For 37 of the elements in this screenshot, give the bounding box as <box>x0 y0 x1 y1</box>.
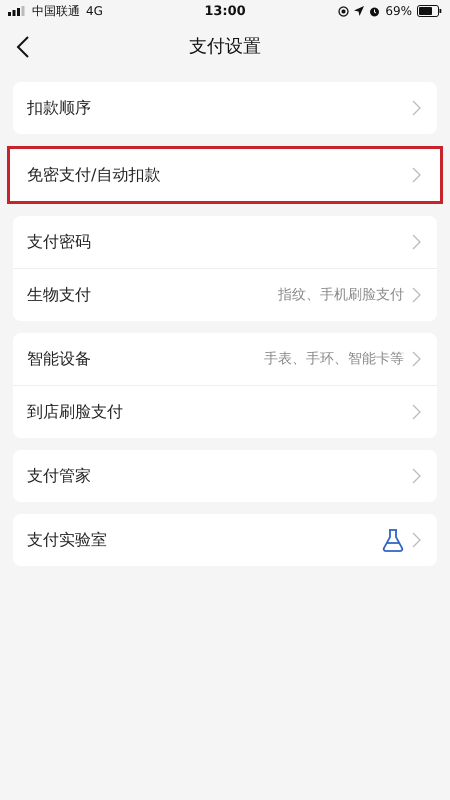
network-type: 4G <box>86 4 103 18</box>
row-label: 到店刷脸支付 <box>27 402 124 422</box>
signal-icon <box>8 6 26 16</box>
row-detail: 手表、手环、智能卡等 <box>264 350 404 368</box>
chevron-icon <box>412 287 421 303</box>
chevron-icon <box>412 100 421 116</box>
rotation-lock-icon <box>338 6 350 16</box>
settings-row[interactable]: 扣款顺序 <box>13 82 437 134</box>
settings-row[interactable]: 支付实验室 <box>13 514 437 566</box>
location-icon <box>354 6 364 16</box>
chevron-icon <box>412 532 421 548</box>
row-label: 扣款顺序 <box>27 98 92 118</box>
settings-row[interactable]: 生物支付 指纹、手机刷脸支付 <box>13 268 437 321</box>
flask-icon <box>382 528 404 552</box>
row-label: 支付管家 <box>27 466 92 486</box>
row-detail: 指纹、手机刷脸支付 <box>278 286 404 304</box>
row-label: 支付实验室 <box>27 530 108 550</box>
row-label: 支付密码 <box>27 232 92 252</box>
settings-row[interactable]: 支付管家 <box>13 450 437 502</box>
alarm-icon <box>369 6 380 16</box>
row-label: 生物支付 <box>27 284 92 306</box>
chevron-icon <box>412 351 421 367</box>
carrier-name: 中国联通 <box>32 2 80 20</box>
settings-row[interactable]: 到店刷脸支付 <box>13 385 437 438</box>
chevron-icon <box>412 404 421 420</box>
battery-percent: 69% <box>385 4 412 18</box>
page-title: 支付设置 <box>189 35 261 58</box>
settings-row[interactable]: 支付密码 <box>13 216 437 268</box>
chevron-icon <box>412 234 421 250</box>
clock-time: 13:00 <box>204 4 246 18</box>
row-label: 免密支付/自动扣款 <box>27 164 162 186</box>
chevron-icon <box>412 468 421 484</box>
chevron-icon <box>412 167 421 183</box>
settings-row[interactable]: 智能设备 手表、手环、智能卡等 <box>13 333 437 385</box>
battery-icon <box>417 5 442 17</box>
row-label: 智能设备 <box>27 348 92 370</box>
settings-row[interactable]: 免密支付/自动扣款 <box>13 149 437 201</box>
